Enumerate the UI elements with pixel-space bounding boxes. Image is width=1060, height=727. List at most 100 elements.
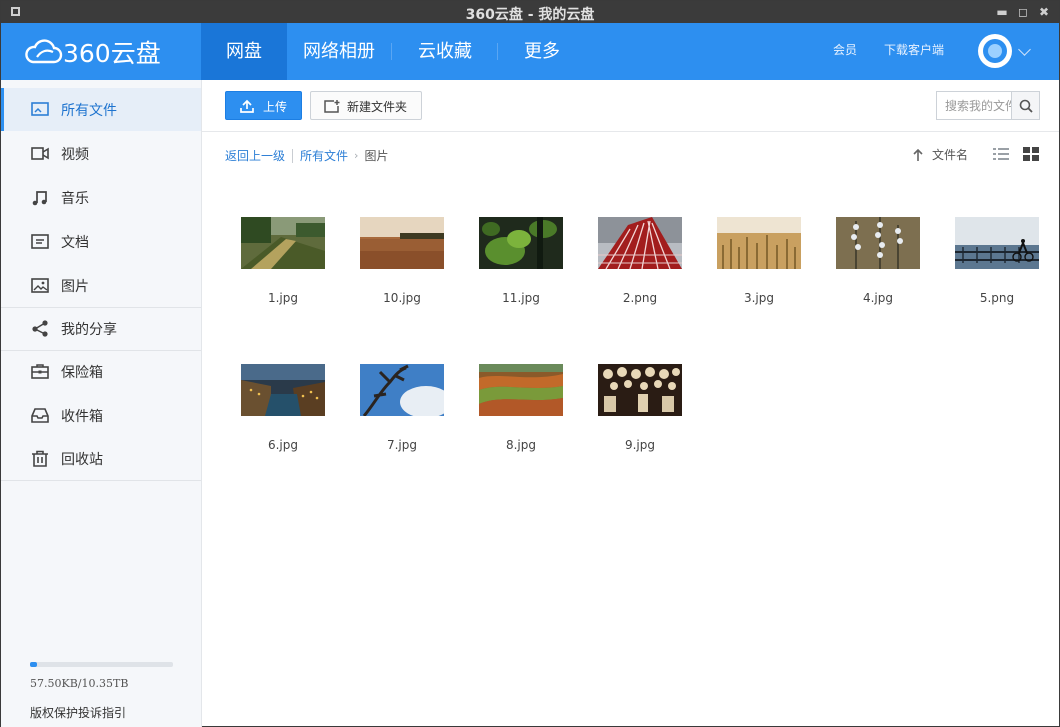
- image-thumbnail: [955, 217, 1039, 269]
- sidebar-item-label: 所有文件: [61, 103, 117, 119]
- file-item[interactable]: 8.jpg: [466, 364, 576, 474]
- app-window: 360云盘 - 我的云盘 ▬ ◻ ✖ 360云盘 网盘 网络相册 云收藏 更多 …: [0, 0, 1060, 727]
- grid-view-icon[interactable]: [1023, 147, 1039, 161]
- sidebar: 所有文件 视频 音乐 文档 图片 我的分享 保险箱 收件箱 回收站 57.50K…: [1, 80, 202, 727]
- sidebar-item-safe-box[interactable]: 保险箱: [1, 350, 201, 393]
- new-folder-label: 新建文件夹: [347, 100, 408, 114]
- member-link[interactable]: 会员: [833, 41, 857, 58]
- sidebar-item-images[interactable]: 图片: [1, 264, 201, 307]
- tab-favorites[interactable]: 云收藏: [406, 23, 484, 80]
- sidebar-item-label: 文档: [61, 235, 89, 251]
- image-icon: [31, 278, 49, 293]
- file-name: 9.jpg: [624, 438, 656, 452]
- upload-icon: [240, 99, 254, 113]
- sort-up-arrow-icon: [913, 148, 923, 161]
- sidebar-item-inbox[interactable]: 收件箱: [1, 394, 201, 437]
- breadcrumb-all-files[interactable]: 所有文件: [300, 147, 348, 164]
- tab-photo-album[interactable]: 网络相册: [297, 23, 381, 80]
- file-item[interactable]: 7.jpg: [347, 364, 457, 474]
- sidebar-item-all-files[interactable]: 所有文件: [1, 88, 201, 131]
- logo-text: 360云盘: [63, 39, 161, 68]
- file-item[interactable]: 1.jpg: [228, 217, 338, 327]
- close-button[interactable]: ✖: [1037, 5, 1051, 19]
- file-item[interactable]: 3.jpg: [704, 217, 814, 327]
- file-name: 3.jpg: [743, 291, 775, 305]
- sidebar-item-label: 回收站: [61, 452, 103, 468]
- cloud-logo-icon: [25, 39, 63, 64]
- tab-netdisk[interactable]: 网盘: [201, 23, 287, 80]
- download-client-link[interactable]: 下载客户端: [884, 41, 944, 58]
- breadcrumb-divider: [292, 148, 294, 163]
- breadcrumb-current: 图片: [364, 149, 389, 163]
- trash-icon: [32, 450, 48, 467]
- sort-label: 文件名: [932, 148, 969, 162]
- storage-usage-text: 57.50KB/10.35TB: [30, 677, 129, 690]
- all-files-icon: [31, 102, 49, 116]
- inbox-icon: [31, 408, 49, 423]
- image-thumbnail: [479, 364, 563, 416]
- logo[interactable]: 360云盘: [23, 37, 161, 68]
- image-thumbnail: [360, 364, 444, 416]
- search-input[interactable]: 搜索我的文件: [936, 91, 1011, 120]
- top-nav: 360云盘 网盘 网络相册 云收藏 更多 会员 下载客户端: [1, 23, 1059, 80]
- image-thumbnail: [717, 217, 801, 269]
- sidebar-divider: [1, 480, 201, 481]
- title-bar: 360云盘 - 我的云盘 ▬ ◻ ✖: [1, 1, 1059, 23]
- file-item[interactable]: 2.png: [585, 217, 695, 327]
- image-thumbnail: [241, 364, 325, 416]
- sort-by-name[interactable]: 文件名: [913, 146, 968, 163]
- search-button[interactable]: [1011, 91, 1040, 120]
- minimize-button[interactable]: ▬: [995, 5, 1009, 19]
- sidebar-item-music[interactable]: 音乐: [1, 176, 201, 219]
- document-icon: [31, 234, 49, 249]
- avatar[interactable]: [978, 34, 1012, 68]
- video-icon: [31, 147, 49, 160]
- file-item[interactable]: 9.jpg: [585, 364, 695, 474]
- new-folder-button[interactable]: 新建文件夹: [310, 91, 422, 120]
- maximize-button[interactable]: ◻: [1016, 5, 1030, 19]
- music-icon: [32, 191, 47, 206]
- back-link[interactable]: 返回上一级: [225, 147, 285, 164]
- sidebar-item-recycle-bin[interactable]: 回收站: [1, 437, 201, 480]
- sidebar-item-label: 收件箱: [61, 409, 103, 425]
- file-name: 4.jpg: [862, 291, 894, 305]
- file-name: 5.png: [979, 291, 1015, 305]
- file-name: 2.png: [622, 291, 658, 305]
- file-name: 8.jpg: [505, 438, 537, 452]
- file-name: 10.jpg: [383, 291, 421, 305]
- sidebar-item-video[interactable]: 视频: [1, 132, 201, 175]
- safe-box-icon: [31, 364, 49, 379]
- image-thumbnail: [479, 217, 563, 269]
- file-item[interactable]: 4.jpg: [823, 217, 933, 327]
- sidebar-item-label: 我的分享: [61, 322, 117, 338]
- sidebar-item-my-share[interactable]: 我的分享: [1, 307, 201, 350]
- window-title: 360云盘 - 我的云盘: [465, 7, 595, 23]
- file-item[interactable]: 6.jpg: [228, 364, 338, 474]
- file-name: 6.jpg: [267, 438, 299, 452]
- file-item[interactable]: 10.jpg: [347, 217, 457, 327]
- file-item[interactable]: 5.png: [942, 217, 1052, 327]
- breadcrumb: 返回上一级 所有文件 › 图片: [225, 147, 388, 164]
- search-icon: [1019, 99, 1033, 113]
- sidebar-item-label: 音乐: [61, 191, 89, 207]
- file-name: 7.jpg: [386, 438, 418, 452]
- image-thumbnail: [360, 217, 444, 269]
- image-thumbnail: [598, 364, 682, 416]
- image-thumbnail: [241, 217, 325, 269]
- file-name: 1.jpg: [267, 291, 299, 305]
- sidebar-item-documents[interactable]: 文档: [1, 220, 201, 263]
- copyright-report-link[interactable]: 版权保护投诉指引: [30, 704, 126, 721]
- storage-progress-bar: [30, 662, 173, 667]
- upload-button[interactable]: 上传: [225, 91, 302, 120]
- chevron-right-icon: ›: [354, 149, 359, 162]
- sidebar-item-label: 保险箱: [61, 365, 103, 381]
- sidebar-item-label: 视频: [61, 147, 89, 163]
- file-name: 11.jpg: [502, 291, 540, 305]
- file-item[interactable]: 11.jpg: [466, 217, 576, 327]
- new-folder-icon: [324, 100, 340, 113]
- upload-label: 上传: [263, 100, 288, 114]
- chevron-down-icon[interactable]: [1018, 43, 1031, 56]
- list-view-icon[interactable]: [993, 147, 1009, 161]
- share-icon: [32, 320, 48, 337]
- tab-more[interactable]: 更多: [511, 23, 573, 80]
